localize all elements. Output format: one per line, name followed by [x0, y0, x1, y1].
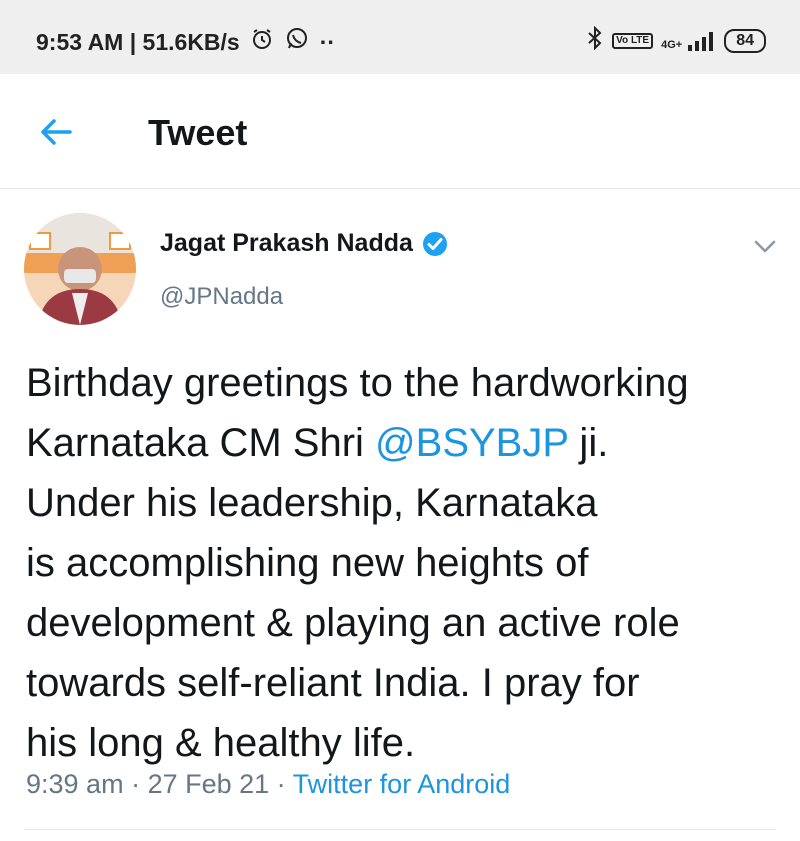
tweet-line: is accomplishing new heights of [26, 541, 589, 585]
status-bar: 9:53 AM | 51.6KB/s ·· Vo LTE 4G+ 84 [0, 0, 800, 74]
volte-badge: Vo LTE [612, 32, 654, 49]
tweet-source-link[interactable]: Twitter for Android [293, 769, 511, 799]
app-bar: Tweet [0, 74, 800, 189]
bluetooth-icon [586, 25, 604, 55]
more-notifications-icon: ·· [319, 28, 336, 55]
signal-icon: 4G+ [661, 31, 716, 51]
mention-link[interactable]: @BSYBJP [375, 421, 568, 465]
status-time-speed: 9:53 AM | 51.6KB/s [36, 28, 240, 55]
tweet-text: Birthday greetings to the hardworking Ka… [26, 353, 786, 773]
status-left: 9:53 AM | 51.6KB/s ·· [36, 26, 335, 58]
tweet-line-segment: ji. [568, 421, 609, 465]
back-button[interactable] [36, 112, 76, 152]
status-right: Vo LTE 4G+ 84 [586, 25, 766, 55]
author-handle[interactable]: @JPNadda [160, 283, 283, 311]
chevron-down-icon [754, 240, 776, 253]
tweet-line: Under his leadership, Karnataka [26, 481, 598, 525]
tweet-line: towards self-reliant India. I pray for [26, 661, 640, 705]
whatsapp-icon [284, 26, 310, 58]
tweet-line: Karnataka CM Shri @BSYBJP ji. [26, 413, 786, 473]
meta-separator: · [123, 769, 148, 799]
meta-separator: · [269, 769, 293, 799]
alarm-icon [250, 27, 274, 57]
tweet-line: development & playing an active role [26, 601, 680, 645]
tweet-meta: 9:39 am · 27 Feb 21 · Twitter for Androi… [26, 769, 510, 800]
author-name-text: Jagat Prakash Nadda [160, 229, 413, 257]
author-name[interactable]: Jagat Prakash Nadda [160, 229, 449, 258]
page-title: Tweet [148, 112, 248, 153]
avatar[interactable] [24, 213, 136, 325]
tweet-date: 27 Feb 21 [147, 769, 270, 799]
divider [24, 829, 776, 830]
tweet-line: Birthday greetings to the hardworking [26, 361, 689, 405]
tweet-options-button[interactable] [752, 233, 778, 259]
tweet-line: his long & healthy life. [26, 721, 416, 765]
battery-indicator: 84 [724, 28, 766, 53]
verified-badge-icon [422, 231, 447, 256]
tweet-time: 9:39 am [26, 769, 124, 799]
tweet-line-segment: Karnataka CM Shri [26, 421, 376, 465]
back-arrow-icon [41, 119, 72, 145]
network-type: 4G+ [661, 38, 683, 51]
